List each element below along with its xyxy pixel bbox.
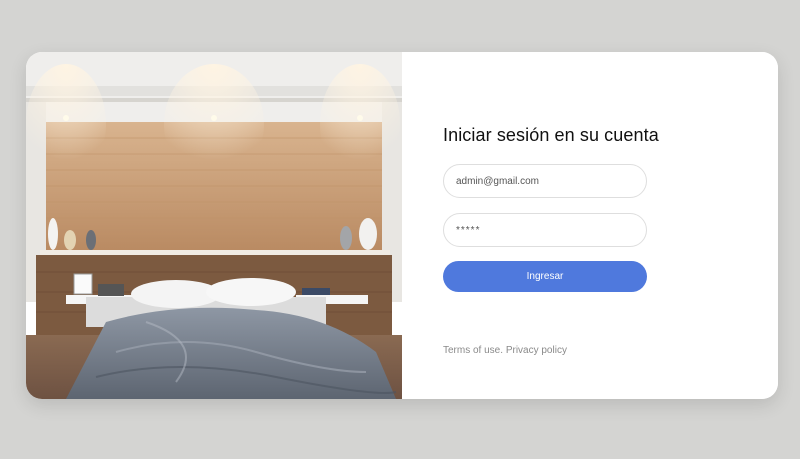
login-panel: Iniciar sesión en su cuenta Ingresar Ter… <box>402 52 778 399</box>
bedroom-photo <box>26 52 402 399</box>
login-card: Iniciar sesión en su cuenta Ingresar Ter… <box>26 52 778 399</box>
legal-links: Terms of use. Privacy policy <box>443 345 567 356</box>
login-button[interactable]: Ingresar <box>443 261 647 292</box>
password-field[interactable] <box>443 213 647 247</box>
email-field[interactable] <box>443 164 647 198</box>
privacy-link[interactable]: Privacy policy <box>506 345 567 356</box>
terms-link[interactable]: Terms of use. <box>443 345 503 356</box>
login-title: Iniciar sesión en su cuenta <box>443 125 659 145</box>
